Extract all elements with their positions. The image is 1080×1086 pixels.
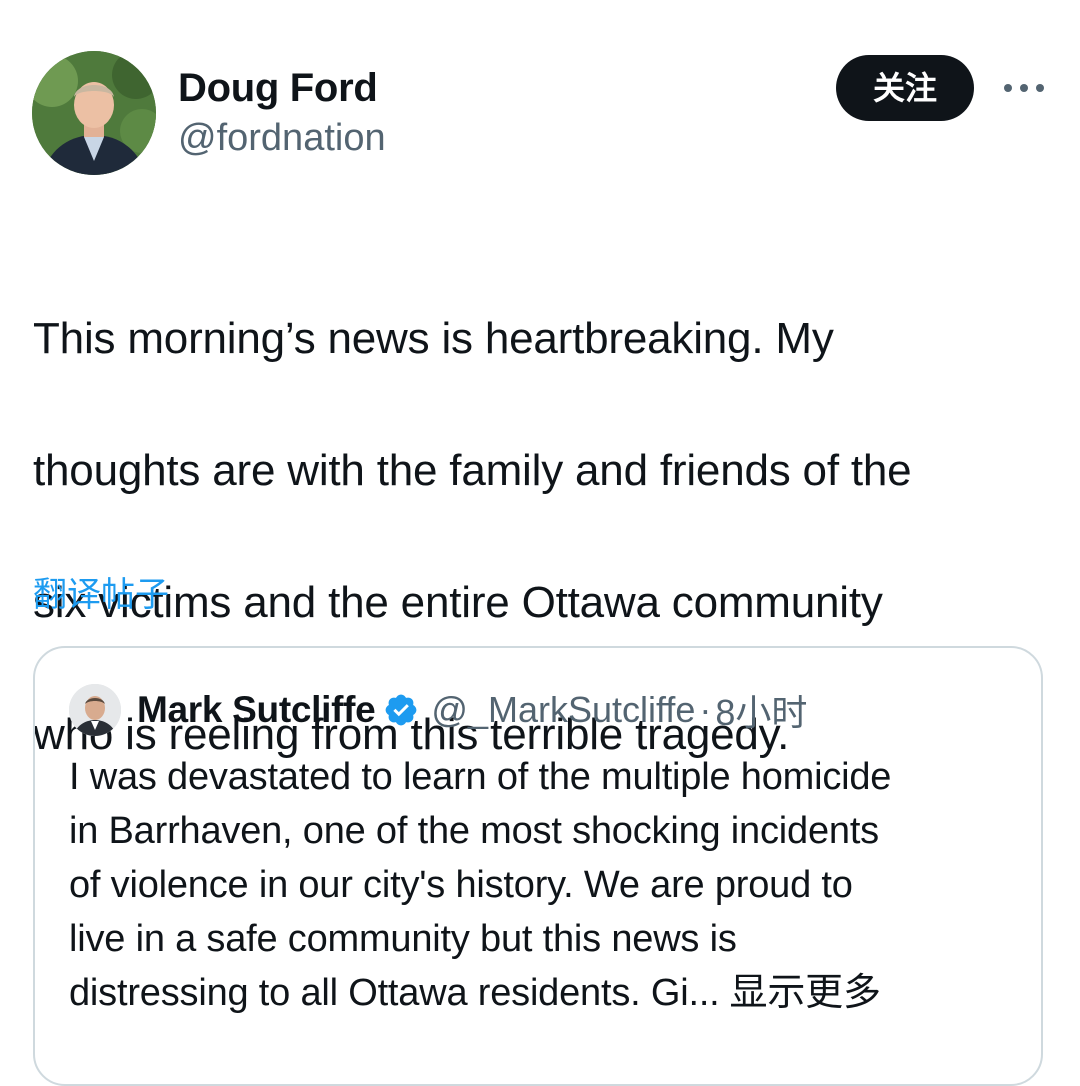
quoted-author-handle[interactable]: @_MarkSutcliffe: [431, 689, 695, 731]
tweet-text-line: This morning’s news is heartbreaking. My: [33, 314, 834, 363]
author-avatar[interactable]: [32, 51, 156, 175]
quoted-text-line: of violence in our city's history. We ar…: [69, 864, 853, 906]
more-options-button[interactable]: [996, 72, 1052, 104]
quoted-tweet-header: Mark Sutcliffe @_MarkSutcliffe · 8小时: [69, 684, 807, 736]
quoted-author-avatar-image: [69, 684, 121, 736]
more-horizontal-icon: [1004, 84, 1044, 92]
quoted-author-avatar[interactable]: [69, 684, 121, 736]
tweet-text-line: thoughts are with the family and friends…: [33, 446, 912, 495]
author-avatar-image: [32, 51, 156, 175]
follow-button[interactable]: 关注: [836, 55, 974, 121]
quoted-author-name[interactable]: Mark Sutcliffe: [137, 689, 376, 731]
meta-separator: ·: [699, 689, 712, 730]
translate-post-link[interactable]: 翻译帖子: [33, 572, 169, 618]
author-name[interactable]: Doug Ford: [178, 64, 378, 112]
quoted-text-line: live in a safe community but this news i…: [69, 918, 737, 960]
tweet-text-line: six victims and the entire Ottawa commun…: [33, 578, 883, 627]
show-more-link[interactable]: 显示更多: [730, 972, 881, 1014]
author-handle[interactable]: @fordnation: [178, 114, 386, 162]
quoted-text-line: I was devastated to learn of the multipl…: [69, 756, 892, 798]
verified-badge-icon: [383, 692, 419, 728]
quoted-text-line: distressing to all Ottawa residents. Gi.…: [69, 972, 720, 1014]
quoted-tweet-card[interactable]: Mark Sutcliffe @_MarkSutcliffe · 8小时 I w…: [33, 646, 1043, 1086]
quoted-tweet-time[interactable]: 8小时: [715, 684, 807, 736]
quoted-text-last-line: distressing to all Ottawa residents. Gi.…: [69, 966, 1019, 1020]
quoted-tweet-text: I was devastated to learn of the multipl…: [69, 750, 1019, 1020]
quoted-text-line: in Barrhaven, one of the most shocking i…: [69, 810, 879, 852]
